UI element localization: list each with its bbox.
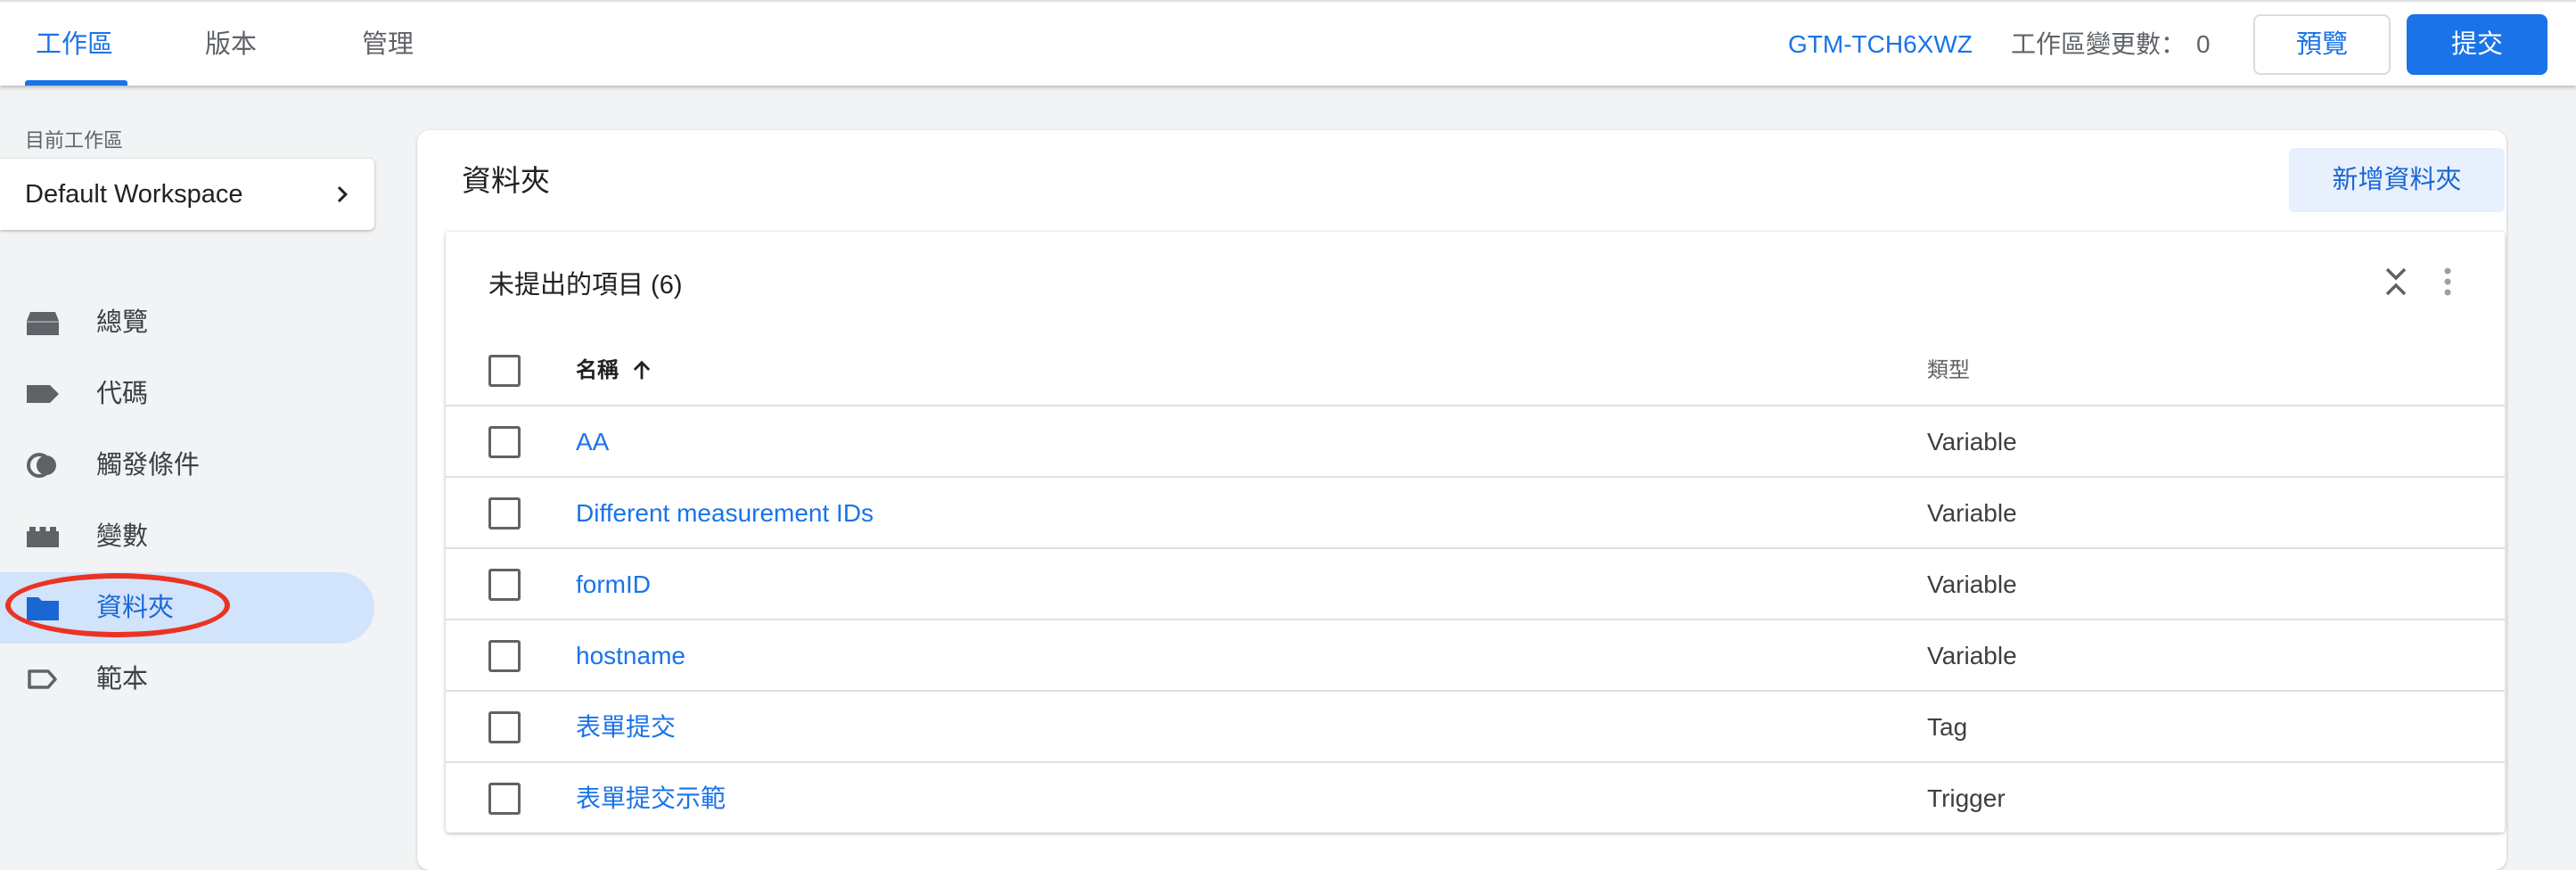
sidebar-item-overview[interactable]: 總覽 (0, 287, 374, 358)
folder-card: 未提出的項目 (6) 名稱 類型 AA Variable Different m… (446, 232, 2505, 833)
item-name-link[interactable]: 表單提交 (576, 692, 676, 763)
top-bar: 工作區 版本 管理 GTM-TCH6XWZ 工作區變更數： 0 預覽 提交 (0, 0, 2576, 86)
table-row[interactable]: formID Variable (446, 549, 2505, 620)
row-checkbox[interactable] (488, 640, 521, 672)
sidebar-item-label: 總覽 (96, 308, 149, 337)
sidebar-item-label: 資料夾 (96, 594, 175, 622)
sidebar-item-triggers[interactable]: 觸發條件 (0, 430, 374, 501)
workspace-selector[interactable]: Default Workspace (0, 159, 374, 230)
table-header: 名稱 類型 (446, 335, 2505, 406)
sidebar-item-label: 變數 (96, 522, 149, 551)
item-name-link[interactable]: formID (576, 549, 651, 620)
active-tab-indicator (25, 80, 127, 86)
item-name-link[interactable]: hostname (576, 620, 685, 692)
column-header-name[interactable]: 名稱 (576, 335, 619, 406)
current-workspace-label: 目前工作區 (25, 129, 124, 152)
sidebar-item-tags[interactable]: 代碼 (0, 358, 374, 430)
row-checkbox[interactable] (488, 783, 521, 815)
new-folder-button[interactable]: 新增資料夾 (2289, 148, 2505, 212)
workspace-changes-label: 工作區變更數： (2011, 30, 2186, 58)
tab-versions[interactable]: 版本 (205, 2, 257, 87)
tag-icon (27, 385, 59, 403)
page-title: 資料夾 (462, 164, 550, 197)
sort-arrow-up-icon[interactable] (629, 358, 654, 383)
item-name-link[interactable]: Different measurement IDs (576, 478, 874, 549)
folder-title: 未提出的項目 (6) (488, 271, 683, 300)
sidebar-item-label: 觸發條件 (96, 451, 201, 480)
sidebar-item-variables[interactable]: 變數 (0, 501, 374, 572)
item-type: Variable (1927, 499, 2017, 527)
tab-admin[interactable]: 管理 (362, 2, 414, 87)
sidebar-item-folders[interactable]: 資料夾 (0, 572, 374, 644)
item-type: Tag (1927, 713, 1968, 741)
table-row[interactable]: hostname Variable (446, 620, 2505, 692)
collapse-icon[interactable] (2382, 264, 2410, 300)
workspace-changes-count: 0 (2196, 30, 2211, 58)
workspace-name: Default Workspace (25, 180, 243, 209)
trigger-icon (27, 453, 56, 478)
variable-icon (27, 527, 59, 547)
table-row[interactable]: AA Variable (446, 406, 2505, 478)
item-type: Variable (1927, 642, 2017, 669)
table-row[interactable]: Different measurement IDs Variable (446, 478, 2505, 549)
item-type: Variable (1927, 570, 2017, 598)
overview-icon (27, 312, 59, 335)
container-id[interactable]: GTM-TCH6XWZ (1788, 2, 1973, 87)
tab-workspace[interactable]: 工作區 (36, 2, 113, 87)
chevron-right-icon (337, 186, 348, 202)
template-icon (28, 669, 57, 689)
item-type: Variable (1927, 428, 2017, 456)
submit-button[interactable]: 提交 (2407, 14, 2547, 75)
row-checkbox[interactable] (488, 711, 521, 743)
table-row[interactable]: 表單提交示範 Trigger (446, 763, 2505, 834)
table-row[interactable]: 表單提交 Tag (446, 692, 2505, 763)
row-checkbox[interactable] (488, 497, 521, 529)
preview-button[interactable]: 預覽 (2253, 14, 2391, 75)
item-name-link[interactable]: AA (576, 406, 609, 478)
more-vert-icon[interactable] (2441, 264, 2455, 300)
sidebar-item-label: 代碼 (96, 380, 149, 408)
row-checkbox[interactable] (488, 426, 521, 458)
row-checkbox[interactable] (488, 569, 521, 601)
folder-icon (27, 597, 59, 620)
item-name-link[interactable]: 表單提交示範 (576, 763, 726, 834)
sidebar-item-label: 範本 (96, 665, 149, 694)
item-type: Trigger (1927, 784, 2006, 812)
select-all-checkbox[interactable] (488, 355, 521, 387)
column-header-type: 類型 (1927, 358, 1970, 382)
sidebar-item-templates[interactable]: 範本 (0, 644, 374, 715)
